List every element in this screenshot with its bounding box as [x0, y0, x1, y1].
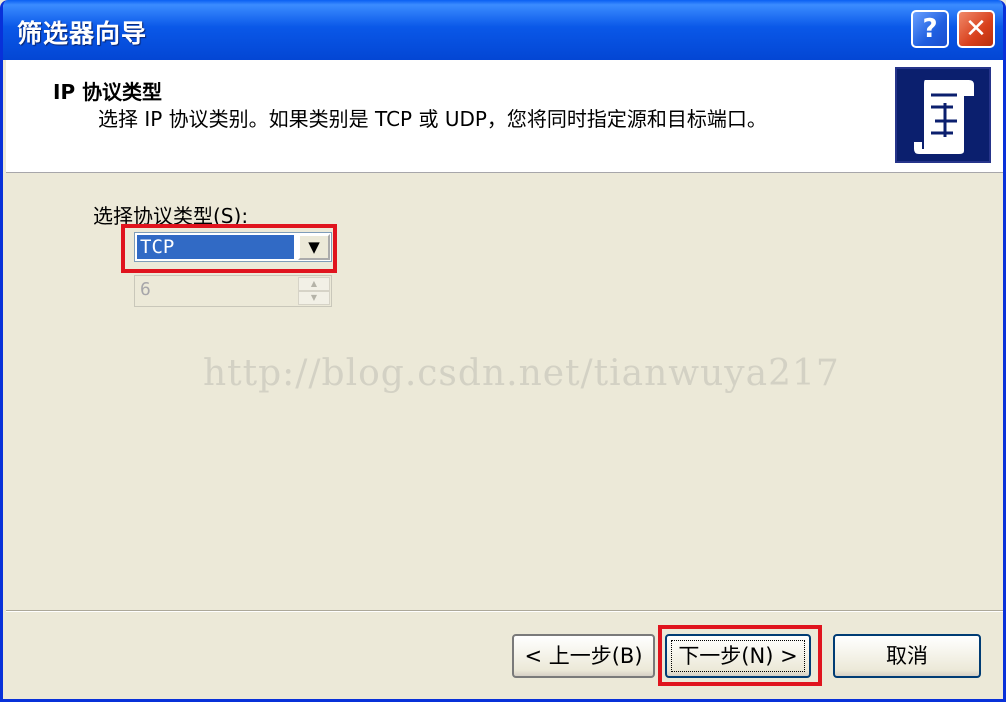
- protocol-type-selected-value: TCP: [137, 235, 294, 259]
- filter-wizard-window: 筛选器向导 ? ✕ IP 协议类型 选择 IP 协议类别。如果类别是 TCP 或…: [0, 0, 1006, 702]
- protocol-type-select[interactable]: TCP ▼: [134, 232, 332, 262]
- protocol-number-value: 6: [140, 279, 151, 300]
- spin-up-button: ▲: [298, 277, 330, 291]
- focus-indicator: [671, 640, 805, 672]
- scroll-icon: [895, 67, 991, 163]
- page-title: IP 协议类型: [53, 80, 163, 104]
- cancel-button[interactable]: 取消: [833, 634, 981, 678]
- title-bar[interactable]: 筛选器向导 ? ✕: [3, 0, 1003, 60]
- protocol-dropdown-button[interactable]: ▼: [298, 234, 330, 260]
- protocol-type-hotkey: (S): [213, 204, 242, 228]
- back-button[interactable]: < 上一步(B): [512, 634, 655, 678]
- close-icon: ✕: [965, 14, 987, 44]
- cancel-button-label: 取消: [886, 644, 928, 668]
- protocol-type-label-text: 选择协议类型: [93, 204, 213, 228]
- protocol-number-stepper: 6 ▲ ▼: [134, 275, 332, 307]
- arrow-down-icon: ▼: [310, 293, 318, 302]
- close-button[interactable]: ✕: [957, 10, 995, 48]
- chevron-down-icon: ▼: [308, 238, 320, 256]
- next-button[interactable]: 下一步(N) >: [665, 634, 811, 678]
- wizard-content: 选择协议类型(S): TCP ▼ 6 ▲ ▼ http://blog.csdn.…: [6, 173, 1003, 608]
- help-icon: ?: [922, 14, 938, 44]
- help-button[interactable]: ?: [911, 10, 949, 48]
- arrow-up-icon: ▲: [310, 279, 318, 288]
- back-button-label: < 上一步(B): [524, 644, 643, 668]
- stepper-buttons: ▲ ▼: [298, 277, 330, 305]
- protocol-type-label-colon: :: [241, 204, 249, 228]
- footer-divider: [6, 610, 1003, 612]
- window-title: 筛选器向导: [17, 19, 148, 48]
- protocol-type-label: 选择协议类型(S):: [93, 200, 248, 229]
- wizard-header: IP 协议类型 选择 IP 协议类别。如果类别是 TCP 或 UDP，您将同时指…: [6, 60, 1003, 173]
- spin-down-button: ▼: [298, 291, 330, 305]
- page-description: 选择 IP 协议类别。如果类别是 TCP 或 UDP，您将同时指定源和目标端口。: [98, 107, 767, 131]
- watermark-text: http://blog.csdn.net/tianwuya217: [203, 353, 840, 394]
